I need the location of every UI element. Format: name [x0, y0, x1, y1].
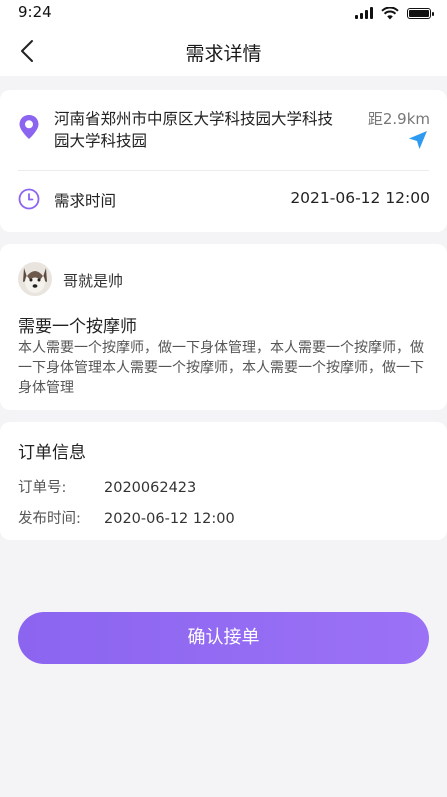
- order-title: 订单信息: [18, 443, 86, 463]
- order-card: 订单信息 订单号: 2020062423 发布时间: 2020-06-12 12:0…: [0, 422, 447, 540]
- demand-time-value: 2021-06-12 12:00: [290, 189, 430, 207]
- page-title: 需求详情: [185, 43, 262, 65]
- navigation-arrow-icon[interactable]: [408, 130, 428, 150]
- publish-time-label: 发布时间:: [18, 511, 81, 527]
- status-icons: [355, 6, 434, 20]
- order-number-value: 2020062423: [104, 480, 197, 496]
- demand-time-label: 需求时间: [54, 192, 117, 210]
- demand-title: 需要一个按摩师: [18, 317, 137, 337]
- publish-time-value: 2020-06-12 12:00: [104, 511, 235, 527]
- divider: [18, 170, 429, 171]
- demand-time-row: 需求时间 2021-06-12 12:00: [18, 186, 430, 214]
- battery-icon: [407, 7, 434, 19]
- demand-card: 哥就是帅 需要一个按摩师 本人需要一个按摩师，做一下身体管理，本人需要一个按摩师…: [0, 244, 447, 410]
- user-name: 哥就是帅: [63, 272, 124, 290]
- location-pin-icon: [19, 115, 39, 139]
- signal-icon: [355, 7, 373, 19]
- order-number-label: 订单号:: [18, 480, 67, 496]
- publish-time-row: 发布时间: 2020-06-12 12:00: [18, 507, 235, 528]
- status-bar: 9:24: [0, 0, 447, 26]
- distance-label: 距2.9km: [367, 110, 430, 128]
- confirm-order-button[interactable]: 确认接单: [18, 612, 429, 664]
- nav-bar: 需求详情: [0, 26, 447, 76]
- demand-description: 本人需要一个按摩师，做一下身体管理，本人需要一个按摩师，做一下身体管理本人需要一…: [18, 340, 424, 396]
- status-time: 9:24: [18, 3, 52, 21]
- address-text: 河南省郑州市中原区大学科技园大学科技园大学科技园: [54, 110, 334, 150]
- clock-icon: [18, 188, 40, 210]
- address-card: 河南省郑州市中原区大学科技园大学科技园大学科技园 距2.9km 需求时间 202…: [0, 90, 447, 232]
- wifi-icon: [381, 6, 399, 19]
- address-row: 河南省郑州市中原区大学科技园大学科技园大学科技园 距2.9km: [18, 108, 430, 156]
- avatar[interactable]: [18, 262, 52, 296]
- order-number-row: 订单号: 2020062423: [18, 476, 196, 497]
